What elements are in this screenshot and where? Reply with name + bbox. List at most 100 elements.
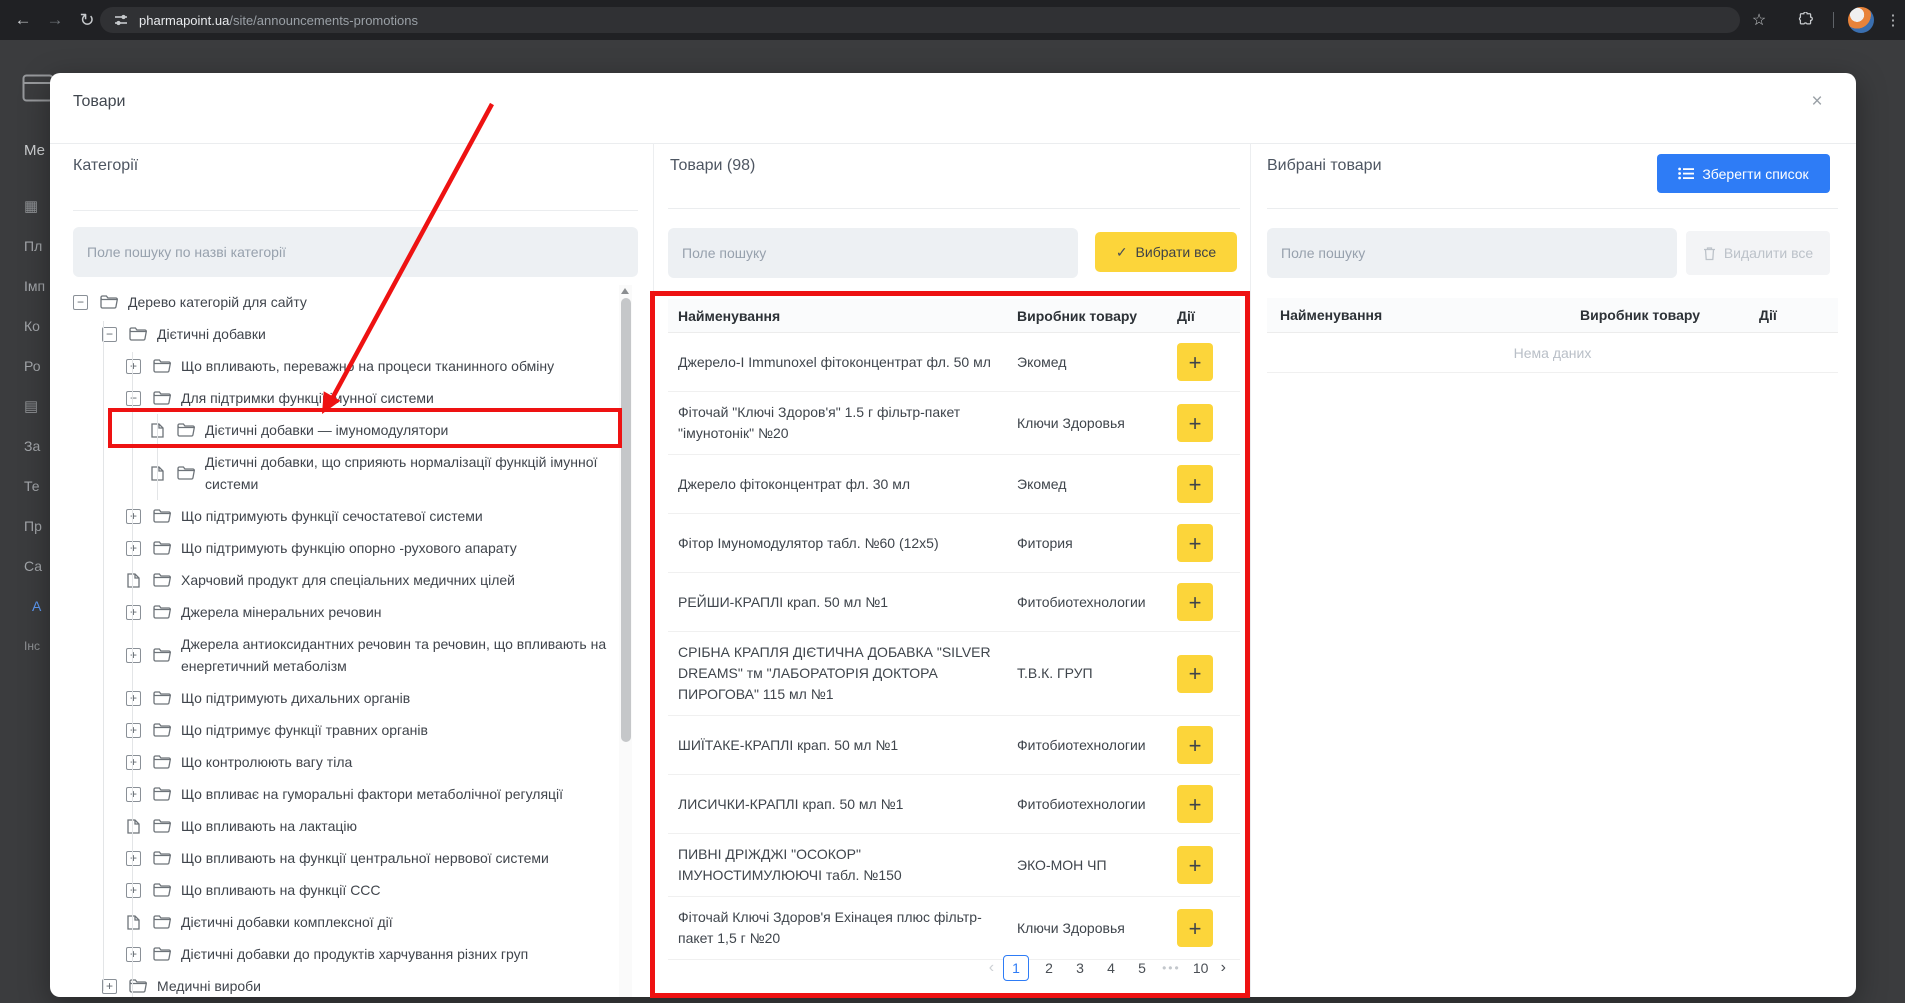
expand-icon[interactable]: +: [126, 648, 141, 663]
add-product-button[interactable]: +: [1177, 726, 1213, 764]
expand-icon[interactable]: +: [126, 509, 141, 524]
document-icon: [126, 819, 141, 834]
address-bar[interactable]: pharmapoint.ua/site/announcements-promot…: [100, 7, 1740, 33]
add-product-button[interactable]: +: [1177, 404, 1213, 442]
tree-item[interactable]: + Що впливають, переважно на процеси тка…: [126, 350, 638, 382]
add-product-button[interactable]: +: [1177, 583, 1213, 621]
tree-item[interactable]: Дієтичні добавки комплексної дії: [126, 906, 638, 938]
product-row: Джерело фітоконцентрат фл. 30 мл Экомед …: [668, 455, 1240, 514]
collapse-icon[interactable]: −: [73, 295, 88, 310]
document-icon: [126, 573, 141, 588]
list-icon: [1678, 167, 1694, 180]
product-name: РЕЙШИ-КРАПЛІ крап. 50 мл №1: [668, 592, 1008, 613]
categories-search-input[interactable]: Поле пошуку по назві категорії: [73, 227, 638, 277]
tree-item-label: Що впливають на функції центральної нерв…: [181, 847, 549, 869]
expand-icon[interactable]: +: [126, 691, 141, 706]
pagination-item[interactable]: ‹: [989, 959, 994, 977]
tree-item[interactable]: Що впливають на лактацію: [126, 810, 638, 842]
tree-item[interactable]: − Дієтичні добавки: [102, 318, 638, 350]
expand-icon[interactable]: +: [126, 605, 141, 620]
back-icon[interactable]: ←: [8, 0, 38, 40]
expand-icon[interactable]: +: [126, 787, 141, 802]
tree-item[interactable]: + Що впливає на гуморальні фактори метаб…: [126, 778, 638, 810]
add-product-button[interactable]: +: [1177, 785, 1213, 823]
product-name: ЛИСИЧКИ-КРАПЛІ крап. 50 мл №1: [668, 794, 1008, 815]
collapse-icon[interactable]: −: [102, 327, 117, 342]
delete-all-button[interactable]: Видалити все: [1686, 231, 1830, 275]
scroll-up-icon[interactable]: [621, 288, 629, 294]
tree-item[interactable]: + Дієтичні добавки до продуктів харчуван…: [126, 938, 638, 970]
site-info-icon[interactable]: [113, 12, 129, 28]
expand-icon[interactable]: +: [126, 755, 141, 770]
selected-search-input[interactable]: Поле пошуку: [1267, 228, 1677, 278]
pagination-item[interactable]: 3: [1069, 960, 1091, 976]
folder-icon: [153, 691, 171, 705]
scrollbar-thumb[interactable]: [621, 298, 631, 742]
profile-avatar[interactable]: [1848, 7, 1874, 33]
trash-icon: [1703, 246, 1716, 261]
save-list-button[interactable]: Зберегти список: [1657, 154, 1830, 193]
add-product-button[interactable]: +: [1177, 524, 1213, 562]
tree-item[interactable]: + Джерела антиоксидантних речовин та реч…: [126, 628, 638, 682]
tree-item[interactable]: + Що впливають на функції ССС: [126, 874, 638, 906]
pagination-item[interactable]: 1: [1003, 955, 1029, 981]
tree-item[interactable]: + Що підтримують функцію опорно -руховог…: [126, 532, 638, 564]
collapse-icon[interactable]: −: [126, 391, 141, 406]
tree-item[interactable]: Харчовий продукт для спеціальних медични…: [126, 564, 638, 596]
add-product-button[interactable]: +: [1177, 846, 1213, 884]
product-row: РЕЙШИ-КРАПЛІ крап. 50 мл №1 Фитобиотехно…: [668, 573, 1240, 632]
product-name: ШИЇТАКЕ-КРАПЛІ крап. 50 мл №1: [668, 735, 1008, 756]
folder-icon: [153, 851, 171, 865]
tree-item-label: Що підтримують функцію опорно -рухового …: [181, 537, 517, 559]
tree-scrollbar[interactable]: [619, 285, 632, 997]
product-maker: Фитобиотехнологии: [1017, 592, 1167, 613]
pagination-item[interactable]: 4: [1100, 960, 1122, 976]
add-product-button[interactable]: +: [1177, 655, 1213, 693]
tree-item-label: Що підтримують дихальних органів: [181, 687, 410, 709]
bookmark-star-icon[interactable]: ☆: [1744, 0, 1774, 40]
folder-icon: [100, 295, 118, 309]
url-path: /site/announcements-promotions: [229, 13, 418, 28]
selected-table-header: Найменування Виробник товару Дії: [1267, 298, 1838, 333]
add-product-button[interactable]: +: [1177, 465, 1213, 503]
pagination-item[interactable]: •••: [1162, 961, 1181, 975]
tree-item-label: Що впливають на лактацію: [181, 815, 357, 837]
folder-icon: [153, 787, 171, 801]
add-product-button[interactable]: +: [1177, 343, 1213, 381]
expand-icon[interactable]: +: [126, 883, 141, 898]
expand-icon[interactable]: +: [102, 979, 117, 994]
tree-item[interactable]: + Що впливають на функції центральної не…: [126, 842, 638, 874]
url-text[interactable]: pharmapoint.ua/site/announcements-promot…: [139, 13, 418, 28]
browser-menu-icon[interactable]: ⋮: [1878, 0, 1905, 40]
product-maker: Ключи Здоровья: [1017, 413, 1167, 434]
tree-item[interactable]: − Для підтримки функції імунної системи: [126, 382, 638, 414]
tree-item[interactable]: + Що підтримують дихальних органів: [126, 682, 638, 714]
pagination-item[interactable]: 10: [1190, 960, 1212, 976]
expand-icon[interactable]: +: [126, 359, 141, 374]
tree-item-label: Дієтичні добавки: [157, 323, 266, 345]
extensions-icon[interactable]: [1790, 0, 1820, 40]
tree-item[interactable]: + Що підтримують функції сечостатевої си…: [126, 500, 638, 532]
pagination-item[interactable]: 2: [1038, 960, 1060, 976]
select-all-button[interactable]: ✓ Вибрати все: [1095, 232, 1237, 272]
tree-item[interactable]: − Дерево категорій для сайту: [73, 286, 638, 318]
expand-icon[interactable]: +: [126, 851, 141, 866]
folder-icon: [153, 359, 171, 373]
screen: ← → ↻ pharmapoint.ua/site/announcements-…: [0, 0, 1905, 1003]
pagination-item[interactable]: ›: [1221, 959, 1226, 977]
reload-icon[interactable]: ↻: [72, 0, 102, 40]
expand-icon[interactable]: +: [126, 947, 141, 962]
expand-icon[interactable]: +: [126, 723, 141, 738]
expand-icon[interactable]: +: [126, 541, 141, 556]
tree-item[interactable]: + Медичні вироби: [102, 970, 638, 997]
tree-item[interactable]: Дієтичні добавки — імуномодулятори: [150, 414, 638, 446]
tree-item[interactable]: Дієтичні добавки, що сприяють нормалізац…: [150, 446, 638, 500]
tree-item-label: Що впливають на функції ССС: [181, 879, 381, 901]
folder-icon: [153, 573, 171, 587]
tree-item[interactable]: + Джерела мінеральних речовин: [126, 596, 638, 628]
tree-item[interactable]: + Що підтримує функції травних органів: [126, 714, 638, 746]
tree-item[interactable]: + Що контролюють вагу тіла: [126, 746, 638, 778]
pagination-item[interactable]: 5: [1131, 960, 1153, 976]
forward-icon[interactable]: →: [40, 0, 70, 40]
products-search-input[interactable]: Поле пошуку: [668, 228, 1078, 278]
